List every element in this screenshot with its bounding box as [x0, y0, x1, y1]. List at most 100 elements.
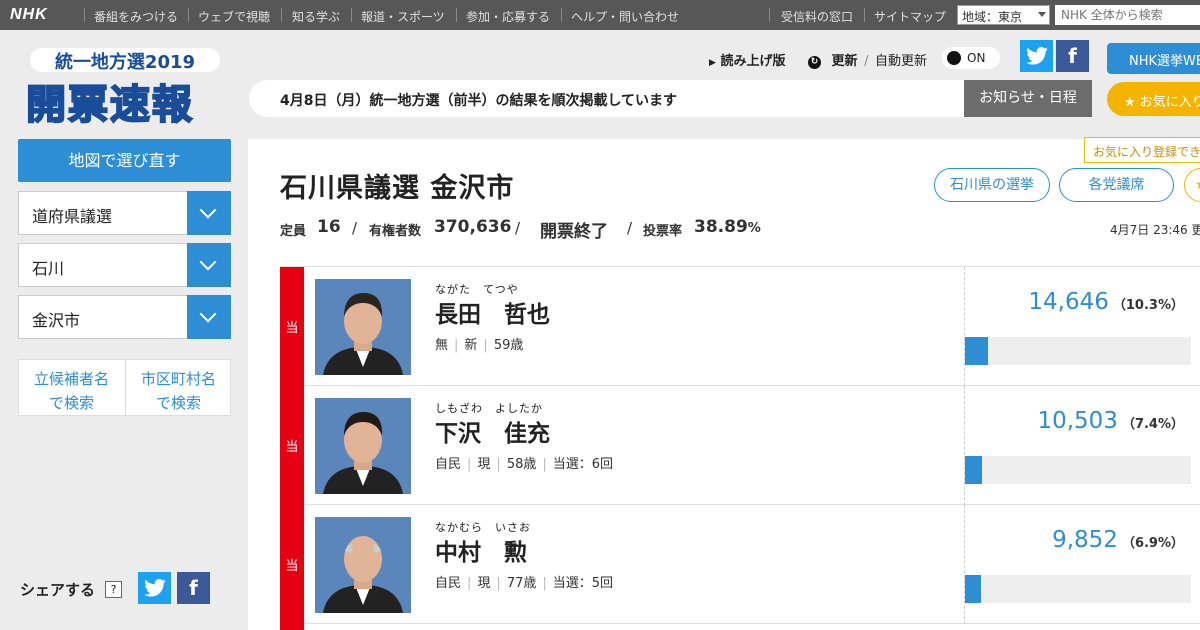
- nav-link-programs[interactable]: 番組をみつける: [94, 8, 178, 25]
- read-aloud-link[interactable]: ▶ 読み上げ版: [709, 50, 785, 69]
- meta-sep: |: [542, 457, 547, 472]
- stat-divider: /: [627, 219, 633, 237]
- twitter-icon[interactable]: [1020, 40, 1053, 72]
- facebook-icon[interactable]: f: [1056, 40, 1089, 72]
- vote-share-fill: [965, 575, 981, 603]
- row-divider: [964, 386, 965, 505]
- nav-link-participate[interactable]: 参加・応募する: [466, 8, 550, 25]
- candidate-row[interactable]: 当 ながた てつや 長田 哲也 無 | 新 | 59歳 14,646 （10.3%）: [280, 267, 1200, 386]
- refresh-button[interactable]: ↻ 更新 / 自動更新: [808, 50, 927, 69]
- meta-sep: |: [483, 338, 488, 353]
- map-reselect-button[interactable]: 地図で選び直す: [18, 139, 231, 182]
- region-select-value: 地域：東京: [962, 10, 1023, 24]
- share-twitter-icon[interactable]: [138, 572, 171, 604]
- candidate-row[interactable]: 当 しもざわ よしたか 下沢 佳充 自民 | 現 | 58歳 | 当選：6回 10,503 （…: [280, 386, 1200, 505]
- vote-share-fill: [965, 337, 989, 365]
- candidate-wins: 当選：5回: [552, 576, 614, 591]
- meta-sep: |: [496, 576, 501, 591]
- prefecture-select[interactable]: 石川: [18, 243, 231, 287]
- nav-divider: [84, 8, 85, 22]
- candidate-age: 59歳: [493, 338, 524, 353]
- auto-refresh-toggle[interactable]: ON: [942, 47, 1000, 69]
- candidate-status: 現: [477, 457, 491, 472]
- nav-divider: [561, 8, 562, 22]
- candidate-status: 現: [477, 576, 491, 591]
- read-aloud-label: 読み上げ版: [720, 54, 786, 69]
- stat-divider: /: [352, 219, 358, 237]
- elected-badge: [280, 624, 304, 630]
- favorite-tooltip: お気に入り登録でき: [1084, 137, 1200, 163]
- global-navbar: NHK 番組をみつける ウェブで視聴 知る学ぶ 報道・スポーツ 参加・応募する …: [0, 0, 1200, 30]
- logo-title: 開票速報: [25, 81, 194, 129]
- nav-link-news-sports[interactable]: 報道・スポーツ: [361, 8, 445, 25]
- search-candidate-line1: 立候補者名: [33, 370, 109, 388]
- meta-sep: |: [496, 457, 501, 472]
- help-icon[interactable]: ?: [105, 581, 122, 598]
- nhk-logo[interactable]: NHK: [10, 6, 48, 24]
- municipality-value: 金沢市: [32, 311, 81, 330]
- search-by-candidate-link[interactable]: 立候補者名 で検索: [19, 367, 124, 415]
- election-type-value: 道府県議選: [32, 207, 113, 226]
- vote-number: 10,503: [1037, 408, 1118, 434]
- meta-sep: |: [542, 576, 547, 591]
- chevron-down-icon[interactable]: [187, 191, 231, 235]
- candidate-party: 無: [435, 338, 449, 353]
- notice-schedule-button[interactable]: お知らせ・日程: [964, 80, 1092, 117]
- candidate-photo: [315, 279, 411, 375]
- chevron-down-icon[interactable]: [187, 243, 231, 287]
- candidate-name[interactable]: 長田 哲也: [435, 295, 550, 329]
- elected-badge: 当: [280, 386, 304, 505]
- turnout-number: 38.89: [694, 217, 748, 237]
- favorites-label: お気に入り: [1139, 95, 1200, 110]
- election-type-select[interactable]: 道府県議選: [18, 191, 231, 235]
- vote-share-bar: [965, 337, 1191, 365]
- slash-divider: /: [864, 54, 869, 69]
- electorate-value: 370,636: [434, 217, 512, 237]
- candidate-photo: [315, 398, 411, 494]
- nav-link-help[interactable]: ヘルプ・問い合わせ: [571, 8, 679, 25]
- candidate-wins: 当選：6回: [552, 457, 614, 472]
- vote-count: 9,852 （6.9%）: [1052, 527, 1184, 553]
- prefecture-elections-link[interactable]: 石川県の選挙: [934, 168, 1050, 202]
- candidate-name[interactable]: 下沢 佳充: [435, 414, 550, 448]
- vote-percent: （10.3%）: [1112, 298, 1184, 313]
- election-web-button[interactable]: NHK選挙WEB: [1107, 43, 1200, 74]
- share-facebook-icon[interactable]: f: [177, 572, 210, 604]
- party-seats-link[interactable]: 各党議席: [1059, 168, 1174, 202]
- auto-refresh-label: 自動更新: [875, 54, 928, 69]
- page-title: 石川県議選 金沢市: [280, 173, 515, 204]
- vote-percent: （6.9%）: [1121, 536, 1184, 551]
- vote-count: 14,646 （10.3%）: [1028, 289, 1184, 315]
- stat-divider: /: [515, 219, 521, 237]
- chevron-down-icon[interactable]: [187, 295, 231, 339]
- favorites-button[interactable]: ★ お気に入り: [1107, 82, 1200, 116]
- star-icon: ★: [1124, 95, 1136, 110]
- nav-link-sitemap[interactable]: サイトマップ: [874, 8, 946, 25]
- logo-subtitle: 統一地方選2019: [30, 48, 220, 73]
- play-icon: ▶: [709, 58, 716, 68]
- vote-percent: （7.4%）: [1121, 417, 1184, 432]
- global-search-input[interactable]: [1055, 5, 1200, 25]
- chevron-down-icon: [1038, 12, 1046, 17]
- candidate-age: 77歳: [506, 576, 537, 591]
- nav-link-learn[interactable]: 知る学ぶ: [292, 8, 340, 25]
- vote-share-fill: [965, 456, 982, 484]
- vote-number: 9,852: [1052, 527, 1118, 553]
- election-logo[interactable]: 統一地方選2019 開票速報: [20, 48, 230, 129]
- prefecture-value: 石川: [32, 259, 65, 278]
- candidate-name[interactable]: 中村 勲: [435, 533, 527, 567]
- meta-sep: |: [454, 338, 459, 353]
- municipality-select[interactable]: 金沢市: [18, 295, 231, 339]
- search-by-city-link[interactable]: 市区町村名 で検索: [126, 367, 231, 415]
- nav-link-fee[interactable]: 受信料の窓口: [781, 8, 853, 25]
- region-select[interactable]: 地域：東京: [957, 5, 1050, 25]
- candidate-photo: [315, 517, 411, 613]
- nav-divider: [281, 8, 282, 22]
- candidate-party: 自民: [435, 576, 462, 591]
- toggle-knob: [947, 51, 961, 65]
- candidate-row[interactable]: 当 なかむら いさお 中村 勲 自民 | 現 | 77歳 | 当選：5回 9,852 （6.9…: [280, 505, 1200, 624]
- nav-link-watch[interactable]: ウェブで視聴: [198, 8, 270, 25]
- nav-divider: [864, 8, 865, 22]
- updated-timestamp: 4月7日 23:46 更新: [1110, 223, 1200, 237]
- elected-badge: 当: [280, 505, 304, 624]
